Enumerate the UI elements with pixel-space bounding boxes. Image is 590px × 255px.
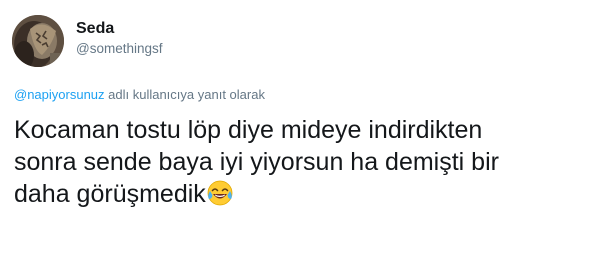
user-handle[interactable]: @somethingsf	[76, 40, 163, 58]
tweet-text-line-3: daha görüşmedik	[14, 178, 584, 210]
avatar[interactable]	[12, 15, 64, 67]
tweet-text-line-2: sonra sende baya iyi yiyorsun ha demişti…	[14, 148, 499, 176]
tweet-text-line-3-text: daha görüşmedik	[14, 180, 206, 208]
user-info: Seda @somethingsf	[76, 19, 163, 58]
reply-context-label: adlı kullanıcıya yanıt olarak	[104, 87, 265, 102]
tweet-text-line-1: Kocaman tostu löp diye mideye indirdikte…	[14, 116, 483, 144]
display-name[interactable]: Seda	[76, 19, 163, 39]
reply-mention-link[interactable]: @napiyorsunuz	[14, 87, 105, 102]
avatar-image	[12, 15, 64, 67]
tweet-text: Kocaman tostu löp diye mideye indirdikte…	[14, 114, 584, 210]
reply-context: @napiyorsunuz adlı kullanıcıya yanıt ola…	[14, 87, 265, 103]
face-with-tears-of-joy-icon	[207, 180, 233, 206]
tweet-card: Seda @somethingsf @napiyorsunuz adlı kul…	[0, 0, 590, 255]
